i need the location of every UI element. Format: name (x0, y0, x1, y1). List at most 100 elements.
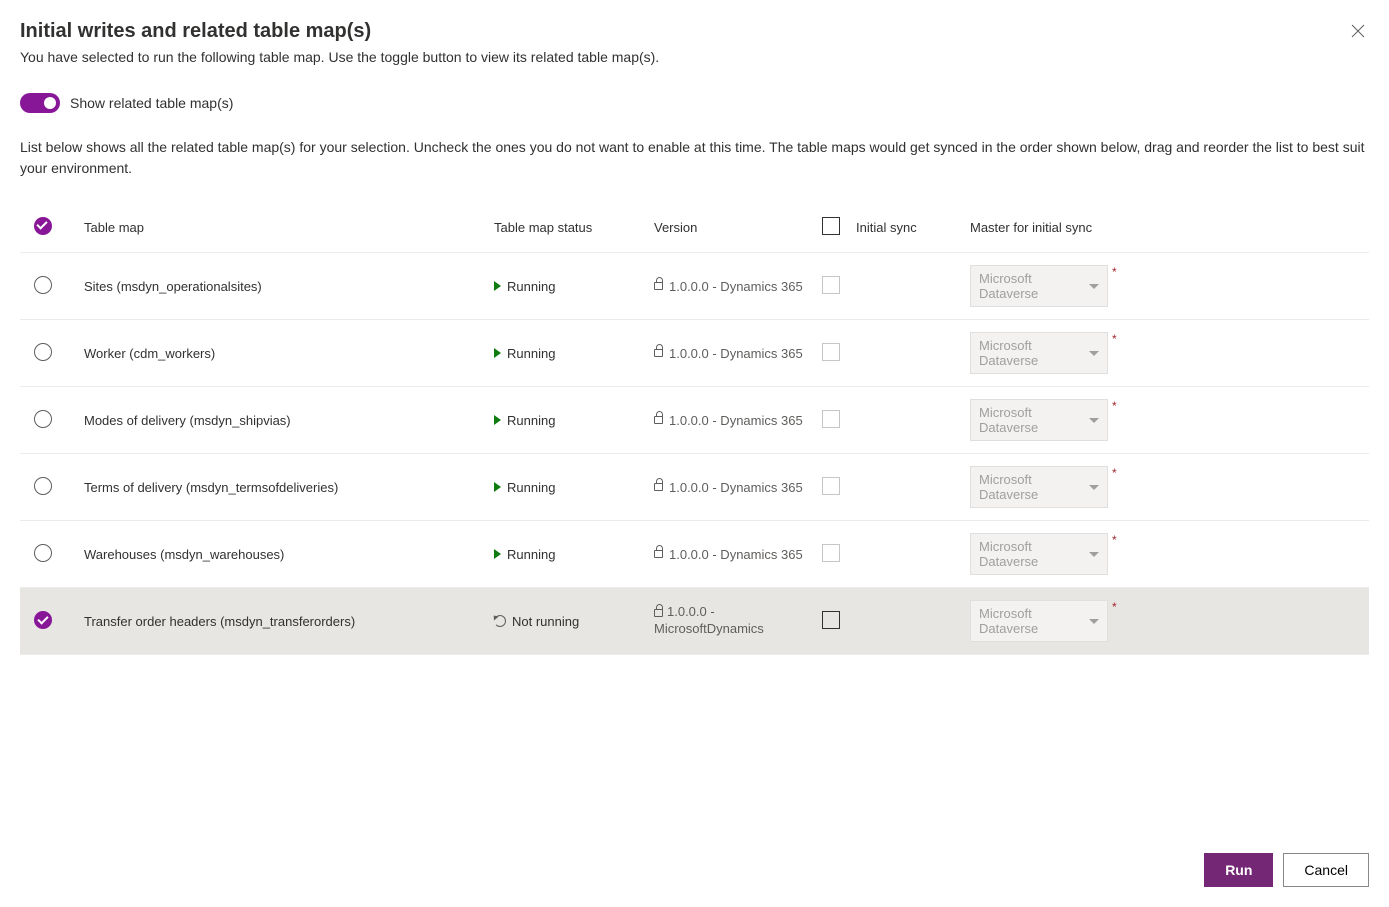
initial-sync-checkbox[interactable] (822, 611, 840, 629)
lock-icon (654, 609, 663, 617)
initial-sync-checkbox[interactable] (822, 410, 840, 428)
play-icon (494, 348, 501, 358)
version-text: 1.0.0.0 - Dynamics 365 (669, 346, 803, 361)
dialog-title: Initial writes and related table map(s) (20, 20, 659, 43)
col-table-map[interactable]: Table map (76, 203, 486, 253)
master-value: Microsoft Dataverse (979, 606, 1085, 636)
initial-sync-checkbox[interactable] (822, 276, 840, 294)
required-asterisk: * (1112, 265, 1117, 279)
col-version[interactable]: Version (646, 203, 814, 253)
close-icon (1351, 24, 1365, 38)
lock-icon (654, 349, 663, 357)
version-cell: 1.0.0.0 - Dynamics 365 (654, 480, 806, 495)
status-text: Not running (512, 614, 579, 629)
master-dropdown[interactable]: Microsoft Dataverse (970, 265, 1108, 307)
chevron-down-icon (1089, 552, 1099, 557)
show-related-toggle[interactable] (20, 93, 60, 113)
initial-sync-all-checkbox[interactable] (822, 217, 840, 235)
master-value: Microsoft Dataverse (979, 472, 1085, 502)
status-text: Running (507, 413, 555, 428)
status-cell: Running (494, 279, 638, 294)
chevron-down-icon (1089, 418, 1099, 423)
master-dropdown[interactable]: Microsoft Dataverse (970, 399, 1108, 441)
table-map-name: Warehouses (msdyn_warehouses) (84, 547, 284, 562)
table-map-name: Terms of delivery (msdyn_termsofdeliveri… (84, 480, 338, 495)
status-cell: Not running (494, 614, 638, 629)
run-button[interactable]: Run (1204, 853, 1273, 887)
initial-sync-checkbox[interactable] (822, 544, 840, 562)
table-row[interactable]: Transfer order headers (msdyn_transferor… (20, 588, 1369, 655)
status-cell: Running (494, 480, 638, 495)
row-radio[interactable] (34, 477, 52, 495)
version-cell: 1.0.0.0 - Dynamics 365 (654, 547, 806, 562)
version-text: 1.0.0.0 - Dynamics 365 (669, 547, 803, 562)
version-cell: 1.0.0.0 - Dynamics 365 (654, 279, 806, 294)
lock-icon (654, 416, 663, 424)
table-map-name: Modes of delivery (msdyn_shipvias) (84, 413, 291, 428)
row-radio[interactable] (34, 611, 52, 629)
table-maps-table: Table map Table map status Version Initi… (20, 203, 1369, 655)
lock-icon (654, 550, 663, 558)
play-icon (494, 549, 501, 559)
status-cell: Running (494, 413, 638, 428)
table-row[interactable]: Modes of delivery (msdyn_shipvias) Runnin… (20, 387, 1369, 454)
col-initial-sync[interactable]: Initial sync (848, 203, 962, 253)
table-row[interactable]: Terms of delivery (msdyn_termsofdeliveri… (20, 454, 1369, 521)
cancel-button[interactable]: Cancel (1283, 853, 1369, 887)
master-dropdown[interactable]: Microsoft Dataverse (970, 533, 1108, 575)
lock-icon (654, 483, 663, 491)
required-asterisk: * (1112, 399, 1117, 413)
col-status[interactable]: Table map status (486, 203, 646, 253)
play-icon (494, 482, 501, 492)
play-icon (494, 281, 501, 291)
required-asterisk: * (1112, 332, 1117, 346)
status-cell: Running (494, 547, 638, 562)
toggle-row: Show related table map(s) (20, 93, 1369, 113)
chevron-down-icon (1089, 284, 1099, 289)
master-value: Microsoft Dataverse (979, 405, 1085, 435)
status-cell: Running (494, 346, 638, 361)
close-button[interactable] (1347, 20, 1369, 47)
description-text: List below shows all the related table m… (20, 137, 1369, 179)
version-cell: 1.0.0.0 - MicrosoftDynamics (654, 604, 806, 638)
version-text: 1.0.0.0 - MicrosoftDynamics (654, 604, 764, 636)
master-dropdown[interactable]: Microsoft Dataverse (970, 466, 1108, 508)
lock-icon (654, 282, 663, 290)
status-text: Running (507, 480, 555, 495)
dialog-subtitle: You have selected to run the following t… (20, 49, 659, 65)
master-dropdown[interactable]: Microsoft Dataverse (970, 600, 1108, 642)
version-cell: 1.0.0.0 - Dynamics 365 (654, 346, 806, 361)
table-row[interactable]: Worker (cdm_workers) Running 1.0.0.0 - Dyn… (20, 320, 1369, 387)
refresh-icon (494, 615, 506, 627)
master-dropdown[interactable]: Microsoft Dataverse (970, 332, 1108, 374)
required-asterisk: * (1112, 466, 1117, 480)
initial-sync-checkbox[interactable] (822, 343, 840, 361)
table-row[interactable]: Warehouses (msdyn_warehouses) Running 1.0.… (20, 521, 1369, 588)
table-map-name: Worker (cdm_workers) (84, 346, 215, 361)
version-text: 1.0.0.0 - Dynamics 365 (669, 480, 803, 495)
select-all-radio[interactable] (34, 217, 52, 235)
master-value: Microsoft Dataverse (979, 539, 1085, 569)
status-text: Running (507, 547, 555, 562)
row-radio[interactable] (34, 276, 52, 294)
status-text: Running (507, 346, 555, 361)
col-master[interactable]: Master for initial sync (962, 203, 1369, 253)
required-asterisk: * (1112, 533, 1117, 547)
chevron-down-icon (1089, 619, 1099, 624)
row-radio[interactable] (34, 544, 52, 562)
initial-sync-checkbox[interactable] (822, 477, 840, 495)
master-value: Microsoft Dataverse (979, 271, 1085, 301)
version-text: 1.0.0.0 - Dynamics 365 (669, 279, 803, 294)
chevron-down-icon (1089, 351, 1099, 356)
play-icon (494, 415, 501, 425)
master-value: Microsoft Dataverse (979, 338, 1085, 368)
row-radio[interactable] (34, 343, 52, 361)
row-radio[interactable] (34, 410, 52, 428)
initial-writes-dialog: Initial writes and related table map(s) … (0, 0, 1389, 907)
version-text: 1.0.0.0 - Dynamics 365 (669, 413, 803, 428)
table-map-name: Transfer order headers (msdyn_transferor… (84, 614, 355, 629)
dialog-header: Initial writes and related table map(s) … (20, 20, 1369, 93)
table-row[interactable]: Sites (msdyn_operationalsites)Running1.0… (20, 253, 1369, 320)
dialog-footer: Run Cancel (1204, 853, 1369, 887)
required-asterisk: * (1112, 600, 1117, 614)
